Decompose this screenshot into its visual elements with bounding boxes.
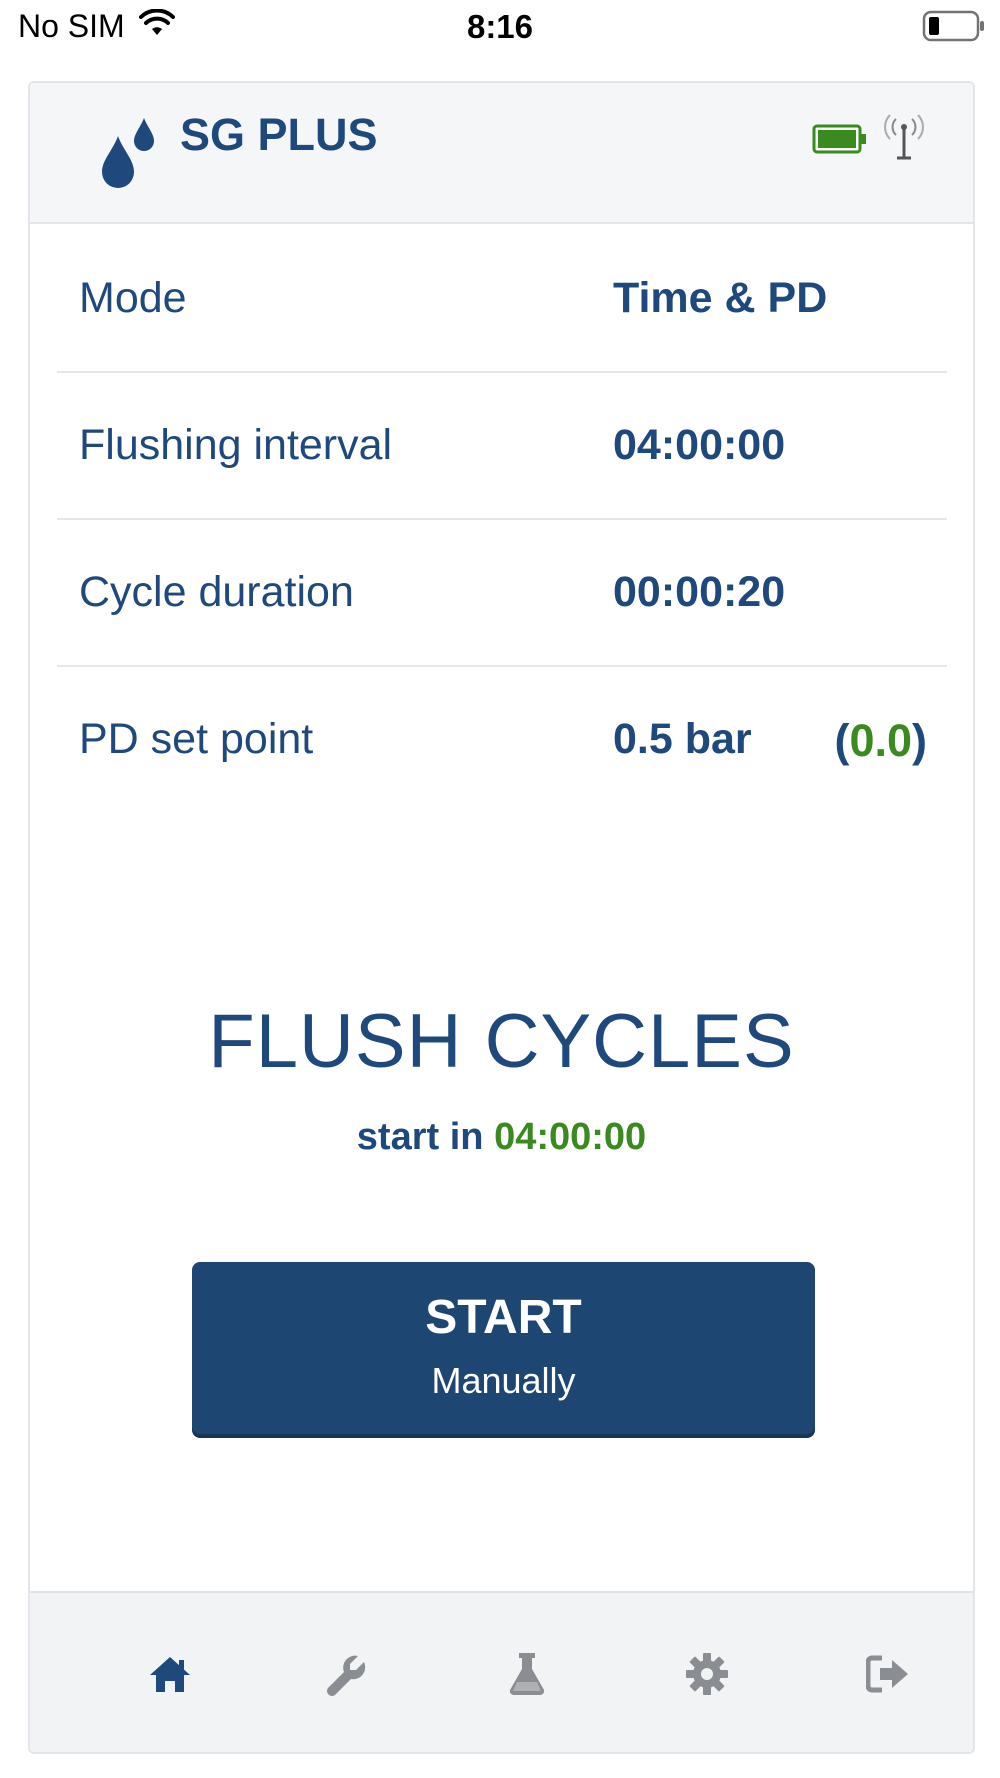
pd-current-open-paren: ( (834, 715, 850, 766)
cycle-duration-label: Cycle duration (79, 568, 354, 616)
nav-tools[interactable] (306, 1641, 386, 1711)
flushing-interval-value: 04:00:00 (613, 421, 786, 469)
home-icon (148, 1654, 192, 1699)
logout-icon (865, 1654, 910, 1699)
mode-label: Mode (79, 274, 187, 322)
pd-current-value: 0.0 (849, 715, 912, 766)
water-drops-logo-icon (96, 118, 158, 197)
pd-current-reading: (0.0) (834, 715, 927, 767)
flush-countdown: start in 04:00:00 (30, 1116, 973, 1159)
pd-set-point-label: PD set point (79, 715, 314, 763)
cycle-duration-value: 00:00:20 (613, 568, 786, 616)
start-manually-button[interactable]: START Manually (192, 1262, 815, 1434)
mode-value: Time & PD (613, 274, 828, 322)
start-button-sublabel: Manually (431, 1360, 576, 1401)
nav-settings[interactable] (667, 1641, 747, 1711)
card-header: SG PLUS (30, 83, 973, 224)
device-name: SG PLUS (180, 109, 378, 160)
flushing-interval-label: Flushing interval (79, 421, 393, 469)
flask-icon (507, 1652, 547, 1701)
settings-list: Mode Time & PD Flushing interval 04:00:0… (57, 226, 947, 814)
setting-row-mode: Mode Time & PD (57, 226, 947, 373)
battery-full-icon (812, 123, 868, 160)
setting-row-flushing-interval: Flushing interval 04:00:00 (57, 373, 947, 520)
start-in-label: start in (356, 1116, 484, 1158)
gear-icon (685, 1652, 729, 1701)
pd-set-point-value: 0.5 bar (613, 715, 752, 763)
antenna-signal-icon (882, 113, 926, 168)
nav-home[interactable] (130, 1641, 210, 1711)
pd-current-close-paren: ) (912, 715, 927, 766)
bottom-nav (30, 1591, 973, 1752)
setting-row-pd-set-point: PD set point 0.5 bar (0.0) (57, 667, 947, 814)
start-in-value: 04:00:00 (494, 1116, 647, 1158)
nav-logout[interactable] (848, 1641, 928, 1711)
start-button-label: START (425, 1291, 582, 1344)
flush-cycles-title: FLUSH CYCLES (208, 999, 795, 1084)
nav-lab[interactable] (487, 1641, 567, 1711)
status-bar: No SIM 8:16 (0, 0, 1000, 56)
setting-row-cycle-duration: Cycle duration 00:00:20 (57, 520, 947, 667)
device-card: SG PLUS Mode Time & PD Flushing interval… (28, 81, 975, 1754)
status-time: 8:16 (466, 8, 534, 45)
wrench-icon (324, 1652, 368, 1701)
status-battery-icon (922, 10, 986, 47)
